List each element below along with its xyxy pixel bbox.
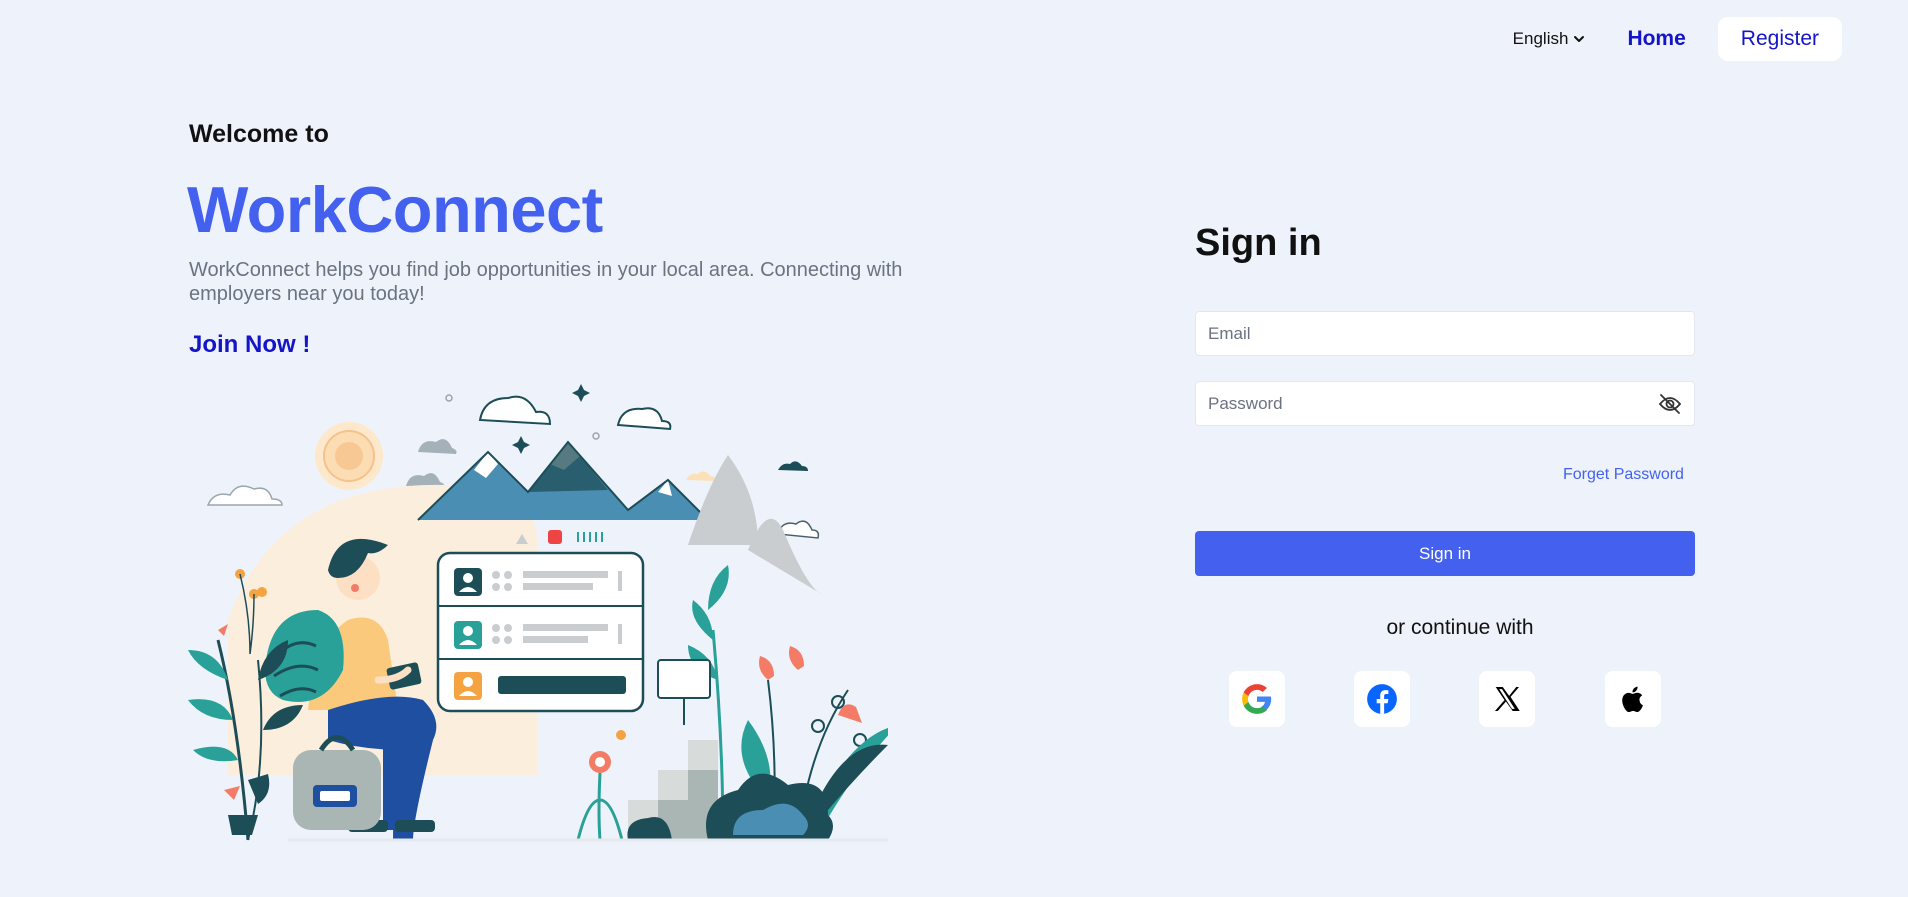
language-selector[interactable]: English (1513, 29, 1586, 49)
forget-password-link[interactable]: Forget Password (1563, 466, 1684, 484)
language-label: English (1512, 29, 1569, 48)
email-input[interactable] (1196, 312, 1694, 355)
or-continue-label: or continue with (1386, 616, 1534, 639)
password-input[interactable] (1196, 382, 1694, 425)
welcome-heading: Welcome to (189, 120, 329, 148)
register-button[interactable]: Register (1717, 17, 1842, 61)
signin-button[interactable]: Sign in (1195, 531, 1695, 576)
eye-off-icon[interactable] (1658, 393, 1682, 415)
tagline: WorkConnect helps you find job opportuni… (189, 259, 903, 305)
google-signin-button[interactable] (1229, 671, 1285, 727)
x-icon (1494, 686, 1520, 712)
facebook-signin-button[interactable] (1354, 671, 1410, 727)
google-icon (1242, 684, 1272, 714)
top-nav: English Home Register (1513, 17, 1842, 61)
x-signin-button[interactable] (1479, 671, 1535, 727)
signin-title: Sign in (1195, 222, 1322, 264)
facebook-icon (1367, 684, 1397, 714)
hero-illustration (188, 384, 888, 842)
home-link[interactable]: Home (1627, 27, 1685, 51)
join-now-link[interactable]: Join Now ! (189, 331, 310, 359)
password-field[interactable] (1195, 381, 1695, 426)
page: English Home Register Welcome to WorkCon… (0, 0, 1908, 897)
chevron-down-icon (1574, 36, 1585, 42)
apple-icon (1622, 686, 1643, 713)
email-field[interactable] (1195, 311, 1695, 356)
brand-title: WorkConnect (187, 173, 603, 246)
apple-signin-button[interactable] (1605, 671, 1661, 727)
